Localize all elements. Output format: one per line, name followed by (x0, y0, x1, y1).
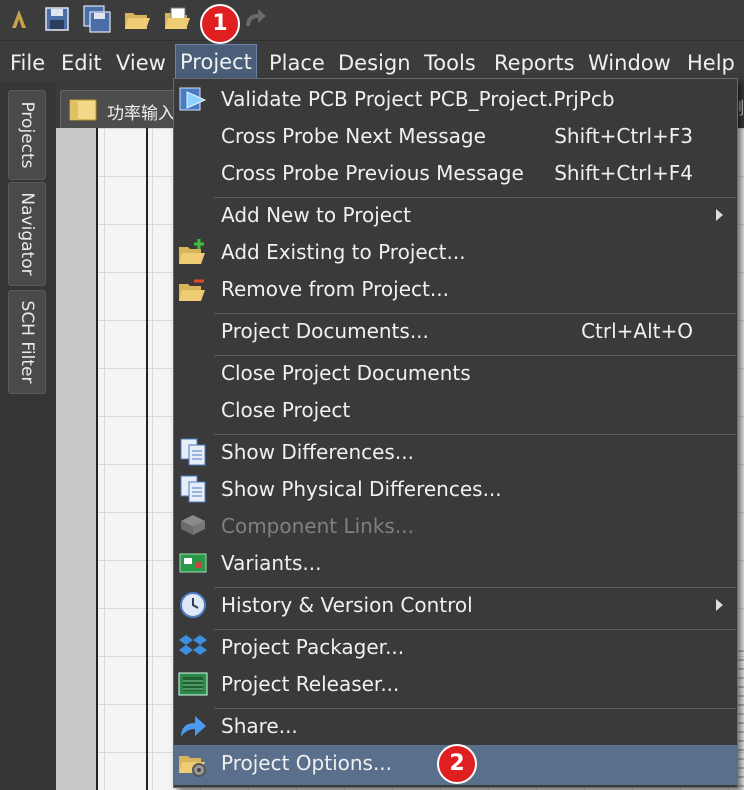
save-icon[interactable] (42, 4, 72, 34)
menu-item-label: Close Project (221, 398, 351, 422)
document-tab[interactable]: 功率输入 (60, 90, 180, 128)
menu-close-project-documents[interactable]: Close Project Documents (174, 355, 737, 392)
menu-add-new-to-project[interactable]: Add New to Project (174, 197, 737, 234)
menu-item-shortcut: Shift+Ctrl+F3 (554, 124, 693, 148)
menu-item-label: Show Differences... (221, 440, 414, 464)
menu-close-project[interactable]: Close Project (174, 392, 737, 429)
canvas-border-line (146, 128, 148, 790)
menu-cross-probe-next[interactable]: Cross Probe Next Message Shift+Ctrl+F3 (174, 118, 737, 155)
project-menu-dropdown: Validate PCB Project PCB_Project.PrjPcb … (173, 78, 738, 788)
menu-cross-probe-previous[interactable]: Cross Probe Previous Message Shift+Ctrl+… (174, 155, 737, 192)
step-badge-2: 2 (437, 744, 477, 784)
menu-share[interactable]: Share... (174, 708, 737, 745)
side-tab-label: Navigator (17, 192, 37, 276)
menu-item-label: Project Packager... (221, 635, 405, 659)
submenu-arrow-icon (716, 599, 723, 611)
menu-item-label: Add Existing to Project... (221, 240, 466, 264)
menu-item-label: Add New to Project (221, 203, 411, 227)
menu-reports[interactable]: Reports (494, 47, 575, 79)
canvas-margin (56, 128, 96, 790)
menu-validate-pcb-project[interactable]: Validate PCB Project PCB_Project.PrjPcb (174, 81, 737, 118)
menu-help[interactable]: Help (687, 47, 735, 79)
open-project-icon[interactable] (162, 4, 192, 34)
menu-bar: File Edit View Project Place Design Tool… (0, 40, 744, 82)
menu-show-physical-differences[interactable]: Show Physical Differences... (174, 471, 737, 508)
menu-variants[interactable]: Variants... (174, 545, 737, 582)
menu-project-packager[interactable]: Project Packager... (174, 629, 737, 666)
menu-item-shortcut: Ctrl+Alt+O (581, 319, 693, 343)
menu-project-releaser[interactable]: Project Releaser... (174, 666, 737, 703)
side-tab-navigator[interactable]: Navigator (8, 182, 46, 286)
menu-item-label: Share... (221, 714, 298, 738)
menu-item-label: Validate PCB Project PCB_Project.PrjPcb (221, 87, 615, 111)
menu-item-label: Remove from Project... (221, 277, 449, 301)
document-tab-label: 功率输入 (107, 104, 175, 124)
validate-icon (179, 87, 207, 111)
schematic-doc-icon (69, 99, 97, 121)
differences-icon (180, 438, 206, 466)
menu-item-label: Cross Probe Previous Message (221, 161, 524, 185)
menu-item-label: Variants... (221, 551, 322, 575)
redo-icon[interactable] (240, 4, 270, 34)
history-clock-icon (180, 592, 206, 618)
menu-item-label: Project Options... (221, 751, 393, 775)
side-tab-label: Projects (17, 101, 37, 169)
add-folder-icon (179, 239, 205, 264)
menu-add-existing-to-project[interactable]: Add Existing to Project... (174, 234, 737, 271)
menu-edit[interactable]: Edit (61, 47, 102, 79)
menu-show-differences[interactable]: Show Differences... (174, 434, 737, 471)
project-options-folder-gear-icon (179, 756, 206, 777)
altium-logo-icon (12, 10, 26, 28)
menu-item-label: Close Project Documents (221, 361, 471, 385)
menu-view[interactable]: View (116, 47, 166, 79)
menu-item-label: Show Physical Differences... (221, 477, 502, 501)
menu-project[interactable]: Project (175, 44, 257, 80)
component-links-icon (181, 515, 205, 535)
physical-differences-icon (180, 475, 206, 503)
menu-project-documents[interactable]: Project Documents... Ctrl+Alt+O (174, 313, 737, 350)
side-tab-projects[interactable]: Projects (8, 90, 46, 180)
menu-item-label: Component Links... (221, 514, 414, 538)
menu-tools[interactable]: Tools (424, 47, 476, 79)
menu-item-label: Project Releaser... (221, 672, 400, 696)
canvas-border-line (96, 128, 98, 790)
releaser-board-icon (178, 672, 208, 696)
side-tab-sch-filter[interactable]: SCH Filter (8, 290, 46, 394)
menu-design[interactable]: Design (338, 47, 411, 79)
variants-icon (179, 553, 207, 573)
menu-item-label: Cross Probe Next Message (221, 124, 486, 148)
dropbox-icon (179, 635, 207, 655)
menu-item-label: History & Version Control (221, 593, 473, 617)
menu-history-version-control[interactable]: History & Version Control (174, 587, 737, 624)
open-folder-icon[interactable] (122, 4, 152, 34)
remove-folder-icon (179, 279, 205, 301)
save-all-icon[interactable] (82, 4, 112, 34)
menu-remove-from-project[interactable]: Remove from Project... (174, 271, 737, 308)
menu-item-label: Project Documents... (221, 319, 429, 343)
share-arrow-icon (181, 716, 206, 737)
side-panel: Projects Navigator SCH Filter (0, 82, 56, 790)
menu-place[interactable]: Place (269, 47, 325, 79)
toolbar (0, 0, 744, 40)
step-badge-1: 1 (200, 4, 240, 44)
menu-file[interactable]: File (10, 47, 45, 79)
menu-window[interactable]: Window (588, 47, 671, 79)
side-tab-label: SCH Filter (17, 300, 37, 384)
menu-component-links[interactable]: Component Links... (174, 508, 737, 545)
menu-item-shortcut: Shift+Ctrl+F4 (554, 161, 693, 185)
submenu-arrow-icon (716, 209, 723, 221)
